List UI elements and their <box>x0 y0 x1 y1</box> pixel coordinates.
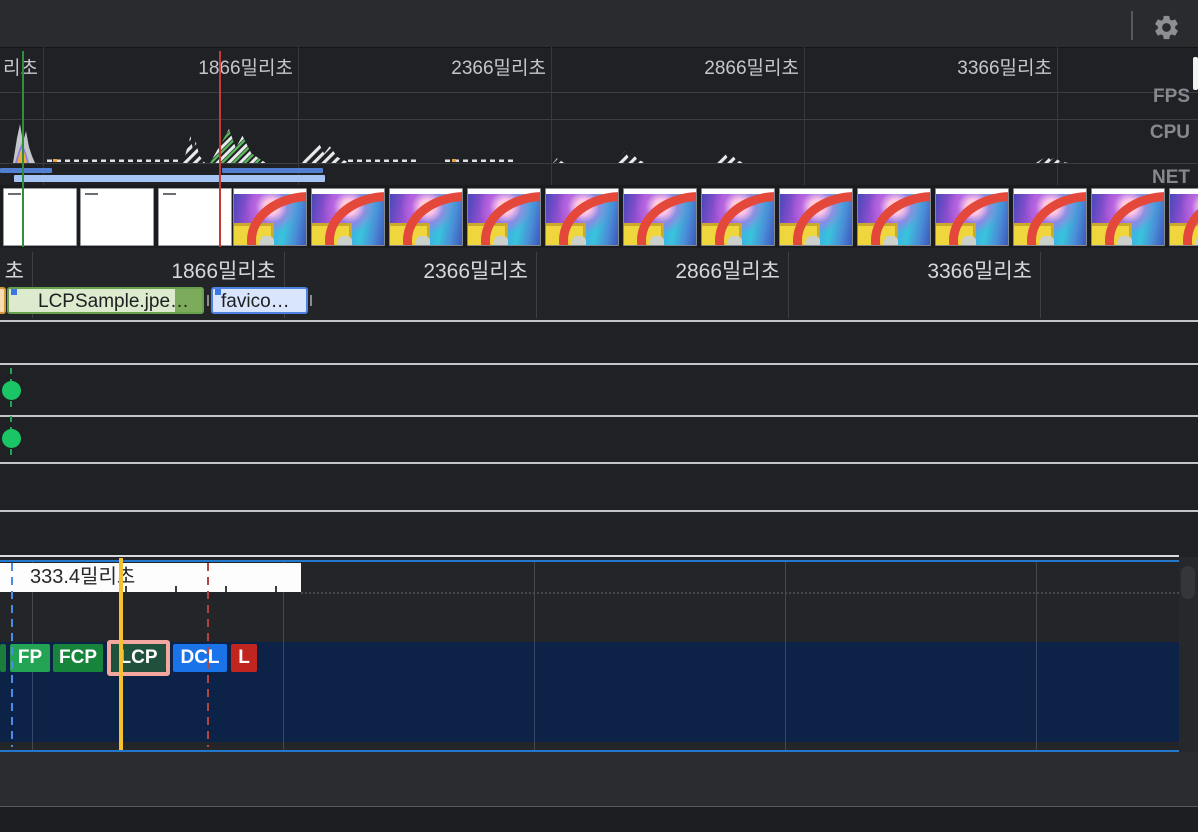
layout-shift-dot[interactable] <box>2 381 21 400</box>
main-ruler-label: 3366밀리초 <box>812 255 1032 285</box>
marker-dash-line <box>207 563 209 747</box>
film-frame-screenshot[interactable] <box>623 188 697 246</box>
selected-marker-ring <box>107 640 170 676</box>
film-frame-screenshot[interactable] <box>1013 188 1087 246</box>
settings-gear-icon[interactable] <box>1152 13 1181 42</box>
track-separator <box>0 415 1198 417</box>
film-frame-screenshot[interactable] <box>1091 188 1165 246</box>
track-separator <box>0 510 1198 512</box>
flame-top-blue-border <box>0 560 1179 562</box>
overview-range-handle[interactable] <box>1193 57 1198 90</box>
net-request-bar <box>222 168 323 173</box>
request-label: LCPSample.jpe… <box>38 291 189 313</box>
overview-ruler-label: 2866밀리초 <box>599 53 799 80</box>
layout-shift-dot[interactable] <box>2 429 21 448</box>
devtools-toolbar <box>0 0 1198 48</box>
footer-area <box>0 807 1198 832</box>
timing-marker-edge[interactable] <box>0 644 6 672</box>
film-frame-screenshot[interactable] <box>233 188 307 246</box>
timing-marker-l[interactable]: L <box>231 644 257 672</box>
flame-scrollbar-thumb[interactable] <box>1181 566 1195 599</box>
range-ruler-tick <box>125 586 127 592</box>
overview-ruler-label: 2366밀리초 <box>346 53 546 80</box>
request-favicon[interactable]: favico… <box>211 287 308 314</box>
net-request-bar <box>14 175 325 182</box>
track-separator <box>0 462 1198 464</box>
performance-panel: 리초1866밀리초2366밀리초2866밀리초3366밀리초 FPS CPU N… <box>0 0 1198 832</box>
main-ruler-label: 초 <box>0 255 24 285</box>
request-whisker <box>310 295 312 306</box>
visible-range-ruler[interactable]: 333.4밀리초 <box>0 563 301 592</box>
overview-ruler-label: 3366밀리초 <box>852 53 1052 80</box>
film-frame-screenshot[interactable] <box>701 188 775 246</box>
film-frame-screenshot[interactable] <box>779 188 853 246</box>
range-ruler-tick <box>175 586 177 592</box>
request-label: favico… <box>221 291 290 313</box>
film-frame-blank[interactable] <box>3 188 77 246</box>
film-frame-screenshot[interactable] <box>545 188 619 246</box>
main-ruler-label: 2366밀리초 <box>308 255 528 285</box>
timing-marker-fcp[interactable]: FCP <box>53 644 103 672</box>
timing-marker-dcl[interactable]: DCL <box>173 644 227 672</box>
lane-divider <box>0 163 1198 164</box>
overview-ruler-label: 리초 <box>0 53 38 80</box>
playhead-line[interactable] <box>119 558 123 752</box>
film-frame-screenshot[interactable] <box>857 188 931 246</box>
flame-gridline <box>534 562 535 750</box>
track-separator <box>0 320 1198 322</box>
request-priority-marker <box>11 289 17 295</box>
main-ruler-tick <box>536 252 537 318</box>
main-ruler-label: 1866밀리초 <box>56 255 276 285</box>
toolbar-divider <box>1131 11 1133 40</box>
net-request-bar <box>0 168 52 173</box>
lane-label-fps: FPS <box>1010 86 1190 108</box>
request-partial[interactable] <box>0 287 6 314</box>
overview-ruler-tick <box>43 47 44 185</box>
details-pane <box>0 752 1198 806</box>
film-frame-screenshot[interactable] <box>467 188 541 246</box>
flame-gridline <box>785 562 786 750</box>
film-frame-screenshot[interactable] <box>389 188 463 246</box>
timing-marker-fp[interactable]: FP <box>10 644 50 672</box>
overview-ruler-tick <box>298 47 299 185</box>
overview-ruler-tick <box>804 47 805 185</box>
film-frame-screenshot[interactable] <box>1169 188 1198 246</box>
overview-ruler-tick <box>551 47 552 185</box>
main-ruler-label: 2866밀리초 <box>560 255 780 285</box>
flame-gridline <box>1036 562 1037 750</box>
main-ruler-tick <box>1040 252 1041 318</box>
overview-ruler-tick <box>1057 47 1058 185</box>
overview-green-marker <box>22 51 24 247</box>
tracks-area <box>0 322 1198 555</box>
film-frame-blank[interactable] <box>80 188 154 246</box>
request-lcpsample[interactable]: LCPSample.jpe… <box>7 287 204 314</box>
main-ruler-tick <box>788 252 789 318</box>
marker-dash-line <box>11 563 13 747</box>
film-frame-screenshot[interactable] <box>935 188 1009 246</box>
range-ruler-tick <box>225 586 227 592</box>
flame-ruler-baseline <box>301 592 1179 594</box>
lane-label-cpu: CPU <box>1010 122 1190 144</box>
film-frame-screenshot[interactable] <box>311 188 385 246</box>
overview-ruler-label: 1866밀리초 <box>93 53 293 80</box>
track-separator <box>0 363 1198 365</box>
request-whisker <box>207 295 209 306</box>
range-ruler-tick <box>275 586 277 592</box>
overview-red-marker <box>219 51 221 247</box>
